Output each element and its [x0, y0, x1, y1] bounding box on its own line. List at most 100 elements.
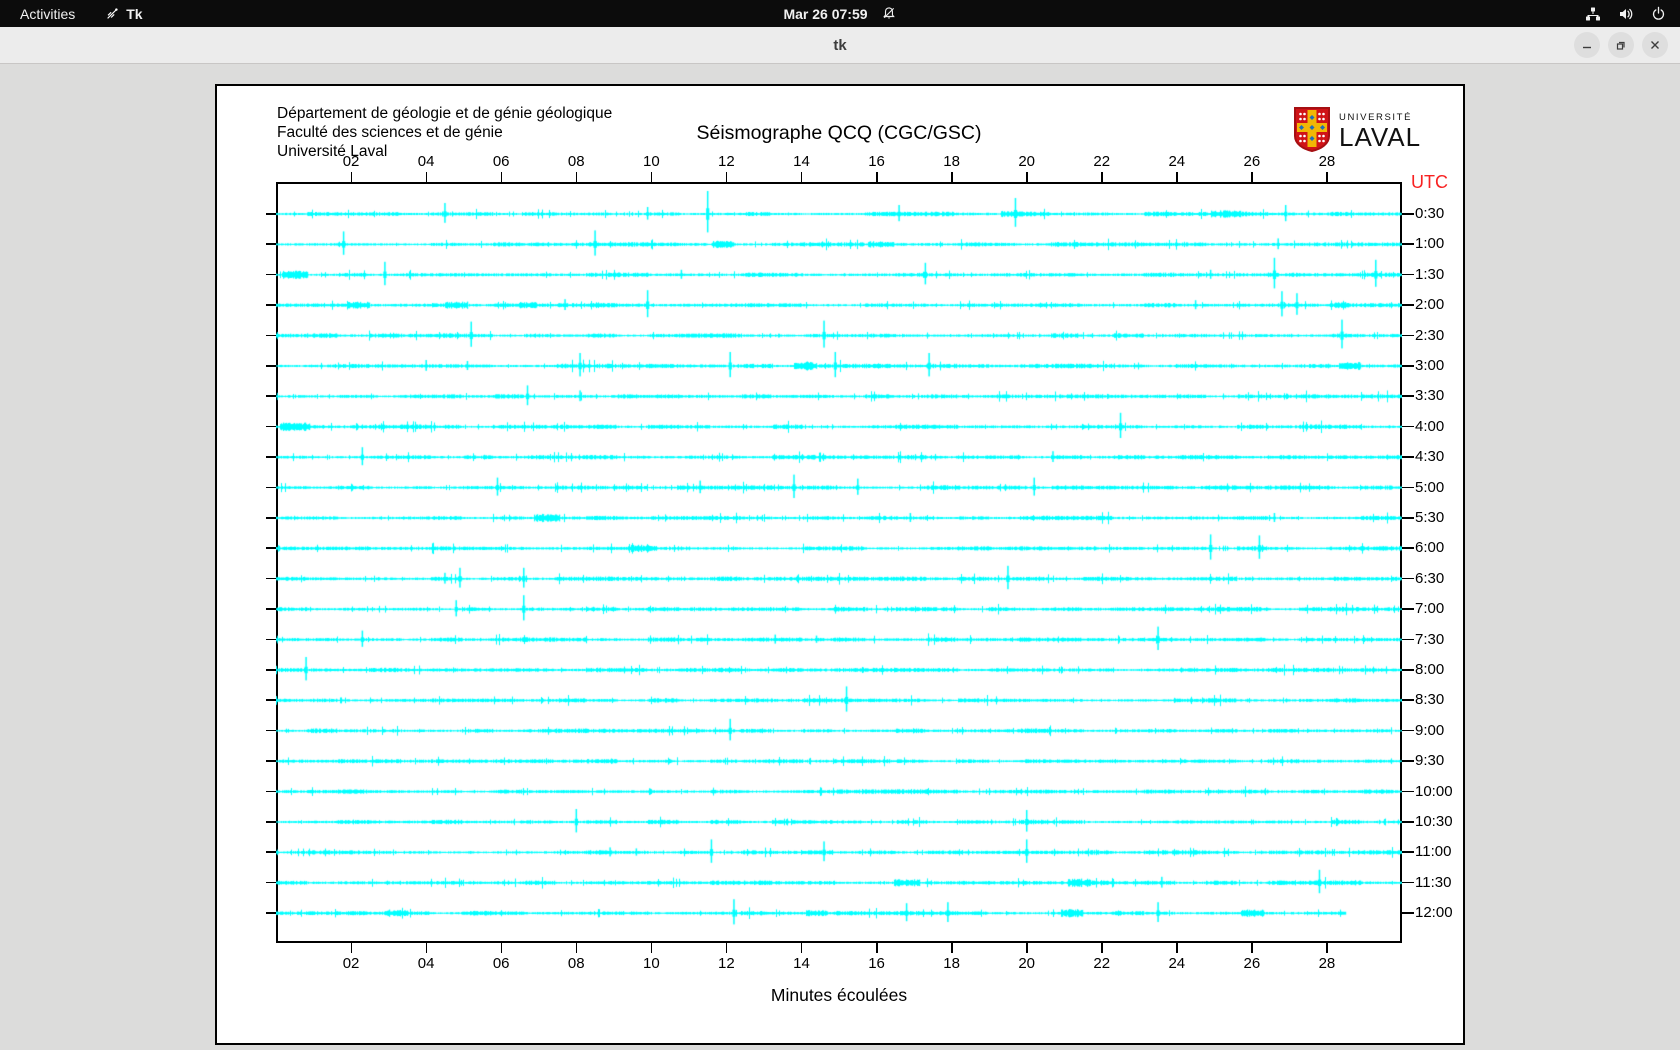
x-tick-top: [500, 172, 503, 182]
seismograph-canvas: Département de géologie et de génie géol…: [215, 84, 1465, 1045]
row-tick-right: [1402, 912, 1414, 914]
x-tick-bottom: [876, 943, 878, 953]
x-tick-label-top: 04: [417, 153, 435, 170]
row-time-label: 12:00: [1415, 904, 1453, 922]
row-tick-right: [1402, 729, 1414, 732]
x-tick-label-top: 14: [793, 153, 810, 170]
row-tick-left: [266, 699, 276, 701]
row-time-label: 6:30: [1415, 569, 1445, 587]
x-tick-label-top: 20: [1018, 153, 1035, 170]
row-time-label: 1:30: [1415, 265, 1445, 283]
row-tick-right: [1402, 365, 1414, 367]
row-tick-right: [1402, 577, 1414, 580]
x-tick-top: [425, 172, 428, 182]
minimize-icon: [1583, 46, 1591, 49]
x-tick-label-top: 22: [1093, 153, 1111, 170]
x-tick-top: [1251, 172, 1253, 182]
clock-menu[interactable]: Mar 26 07:59: [783, 6, 896, 22]
x-tick-label-bottom: 28: [1318, 955, 1336, 972]
x-tick-bottom: [1251, 943, 1253, 953]
row-tick-right: [1402, 851, 1414, 853]
row-tick-right: [1402, 669, 1414, 671]
app-menu-label: Tk: [126, 5, 143, 22]
row-tick-right: [1402, 547, 1414, 549]
x-tick-top: [575, 172, 578, 182]
row-tick-right: [1402, 425, 1414, 428]
x-tick-label-top: 10: [642, 153, 660, 170]
x-tick-top: [1101, 172, 1103, 182]
row-tick-left: [266, 821, 276, 823]
x-tick-label-bottom: 20: [1018, 955, 1035, 972]
row-tick-left: [266, 273, 276, 276]
row-tick-right: [1402, 699, 1414, 701]
minimize-button[interactable]: [1574, 32, 1600, 58]
row-tick-left: [266, 881, 276, 884]
row-tick-right: [1402, 456, 1414, 458]
row-tick-left: [266, 547, 276, 549]
restore-icon: [1616, 41, 1625, 50]
row-tick-left: [266, 334, 276, 337]
row-tick-right: [1402, 304, 1414, 306]
x-tick-top: [650, 172, 653, 182]
close-button[interactable]: [1642, 32, 1668, 58]
row-time-label: 0:30: [1415, 205, 1445, 222]
row-time-label: 4:30: [1415, 448, 1445, 466]
activities-button[interactable]: Activities: [16, 6, 79, 22]
x-tick-label-bottom: 06: [492, 955, 510, 972]
row-tick-right: [1402, 638, 1414, 641]
x-tick-label-top: 08: [567, 153, 585, 170]
row-tick-right: [1402, 760, 1414, 762]
app-menu-tk[interactable]: Tk: [105, 5, 143, 22]
x-tick-label-top: 24: [1168, 153, 1186, 170]
row-tick-right: [1402, 608, 1414, 610]
x-tick-top: [951, 172, 953, 182]
x-tick-bottom: [1326, 943, 1328, 953]
row-time-label: 9:00: [1415, 721, 1445, 739]
x-tick-label-bottom: 10: [642, 955, 660, 972]
row-time-label: 7:30: [1415, 630, 1445, 648]
row-tick-left: [266, 790, 276, 793]
row-time-label: 3:30: [1415, 387, 1445, 405]
x-tick-bottom: [951, 943, 953, 953]
x-tick-label-bottom: 18: [943, 955, 960, 972]
row-tick-left: [266, 365, 276, 367]
x-tick-top: [1026, 172, 1028, 182]
gnome-top-bar: Activities Tk Mar 26 07:59: [0, 0, 1680, 27]
x-tick-bottom: [725, 943, 728, 953]
row-time-label: 2:30: [1415, 326, 1445, 344]
row-tick-left: [266, 456, 276, 458]
close-icon: [1651, 41, 1659, 49]
window-title: tk: [833, 36, 847, 54]
x-tick-top: [1176, 172, 1178, 182]
x-tick-label-top: 28: [1318, 153, 1336, 170]
row-time-label: 9:30: [1415, 752, 1445, 770]
x-tick-label-top: 12: [718, 153, 735, 170]
x-tick-label-top: 18: [943, 153, 960, 170]
volume-icon: [1618, 6, 1634, 22]
x-tick-bottom: [500, 943, 503, 953]
row-tick-right: [1402, 881, 1414, 884]
x-tick-bottom: [800, 943, 803, 953]
x-tick-label-bottom: 14: [793, 955, 810, 972]
x-tick-bottom: [1101, 943, 1103, 953]
tk-root-window: Département de géologie et de génie géol…: [0, 63, 1680, 1050]
row-tick-left: [266, 638, 276, 641]
row-time-label: 8:30: [1415, 691, 1445, 709]
row-tick-left: [266, 425, 276, 428]
x-tick-label-bottom: 16: [868, 955, 885, 972]
row-tick-left: [266, 912, 276, 914]
row-tick-right: [1402, 517, 1414, 519]
row-time-label: 11:00: [1415, 843, 1452, 861]
x-tick-label-bottom: 08: [567, 955, 585, 972]
restore-button[interactable]: [1608, 32, 1634, 58]
power-icon: [1651, 6, 1666, 21]
row-time-label: 2:00: [1415, 296, 1445, 314]
system-status-area[interactable]: [1585, 6, 1680, 22]
universite-laval-logo: UNIVERSITÉ LAVAL: [1293, 106, 1421, 157]
x-axis-title: Minutes écoulées: [770, 985, 908, 1005]
x-tick-bottom: [350, 943, 353, 953]
row-tick-left: [266, 608, 276, 610]
row-time-label: 7:00: [1415, 600, 1445, 618]
row-time-label: 4:00: [1415, 417, 1445, 435]
x-tick-label-bottom: 24: [1168, 955, 1186, 972]
